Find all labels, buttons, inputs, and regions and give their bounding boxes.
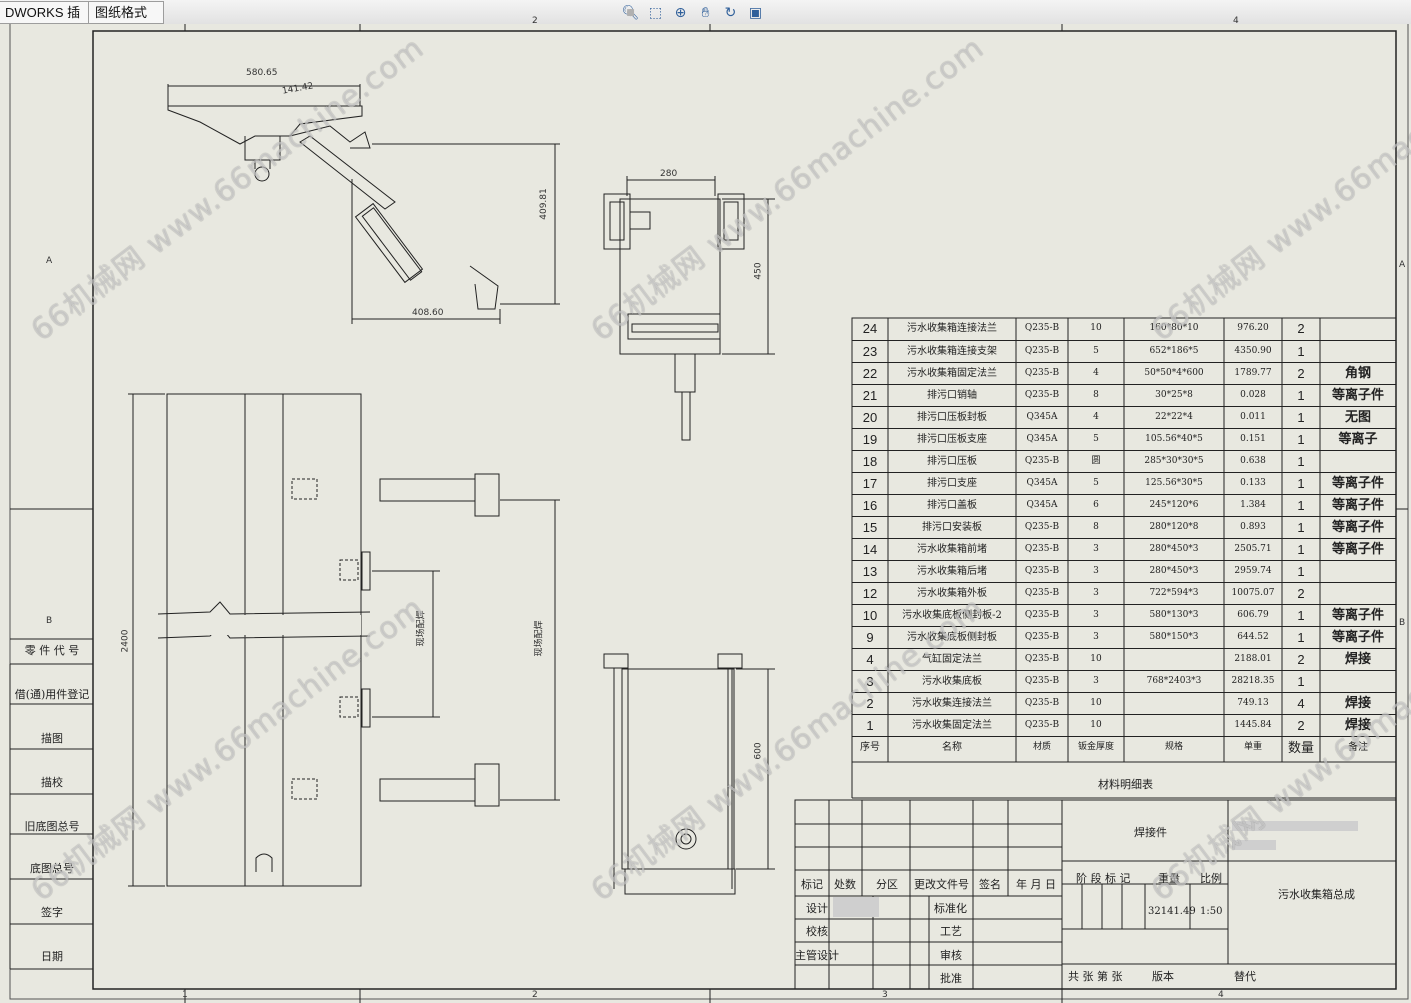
zone-label-bottom-2: 2 xyxy=(532,990,538,1000)
bom-row: 13 污水收集箱后堵 Q235-B 3 280*450*3 2959.74 1 xyxy=(852,560,1396,582)
zone-label-left-b: B xyxy=(46,616,53,626)
stamp-signature: 签字 xyxy=(41,906,63,919)
bom-row: 17 排污口支座 Q345A 5 125.56*30*5 0.133 1 等离子件 xyxy=(852,472,1396,494)
stamp-part-code: 零 件 代 号 xyxy=(24,644,80,657)
bom-row: 15 排污口安装板 Q235-B 8 280*120*8 0.893 1 等离子件 xyxy=(852,516,1396,538)
dim-v2-width: 280 xyxy=(660,169,678,179)
zone-label-right-a: A xyxy=(1399,260,1406,270)
bom-row: 14 污水收集箱前堵 Q235-B 3 280*450*3 2505.71 1 等离子件 xyxy=(852,538,1396,560)
zone-label-left-a: A xyxy=(46,256,53,266)
tb-design: 设计 xyxy=(806,902,828,915)
tb-stage-mark: 阶 段 标 记 xyxy=(1076,872,1131,885)
tb-process: 工艺 xyxy=(940,925,962,938)
tb-sign: 签名 xyxy=(979,878,1001,891)
weldment-label: 焊接件 xyxy=(1134,826,1167,839)
zone-label-top-4: 4 xyxy=(1233,16,1239,26)
tab-sheet-format[interactable]: 图纸格式 xyxy=(88,1,164,24)
pan-icon[interactable]: ✋︎ xyxy=(695,4,716,22)
bom-row: 12 污水收集箱外板 Q235-B 3 722*594*3 10075.07 2 xyxy=(852,582,1396,604)
tb-change-doc: 更改文件号 xyxy=(914,878,969,891)
bom-row: 2 污水收集连接法兰 Q235-B 10 749.13 4 焊接 xyxy=(852,692,1396,714)
tab-bar: DWORKS 插件 图纸格式 🔍︎ ⬚ ⊕ ✋︎ ↻ ▣ ■ ◉ ● xyxy=(0,0,1411,41)
dim-v3-length: 2400 xyxy=(120,629,131,653)
bom-row: 23 污水收集箱连接支架 Q235-B 5 652*186*5 4350.90 1 xyxy=(852,340,1396,362)
tb-zone: 分区 xyxy=(876,878,898,891)
tb-check: 校核 xyxy=(806,925,828,938)
rotate-icon[interactable]: ↻ xyxy=(720,4,741,22)
stamp-trace: 描图 xyxy=(41,732,63,745)
tab-solidworks-addins[interactable]: DWORKS 插件 xyxy=(0,1,90,41)
dim-v1-base: 408.60 xyxy=(412,308,444,318)
tb-mark: 标记 xyxy=(801,878,823,891)
view-orientation-icon[interactable]: ▣ xyxy=(745,4,766,22)
dim-v2-height: 450 xyxy=(753,262,764,280)
tb-standardize: 标准化 xyxy=(934,902,967,915)
bom-row: 19 排污口压板支座 Q345A 5 105.56*40*5 0.151 1 等离子 xyxy=(852,428,1396,450)
tb-weight: 32141.49 xyxy=(1148,906,1196,917)
zoom-area-icon[interactable]: ⬚ xyxy=(645,4,666,22)
stamp-date: 日期 xyxy=(41,950,63,963)
bom-row: 1 污水收集固定法兰 Q235-B 10 1445.84 2 焊接 xyxy=(852,714,1396,736)
appearance-icon[interactable]: ● xyxy=(620,4,641,22)
zoom-icon[interactable]: ⊕ xyxy=(670,4,691,22)
tb-scale: 1:50 xyxy=(1200,906,1223,917)
zone-label-bottom-1: 1 xyxy=(182,990,188,1000)
bom-row: 22 污水收集箱固定法兰 Q235-B 4 50*50*4*600 1789.77 2 角钢 xyxy=(852,362,1396,384)
dim-v1-height: 409.81 xyxy=(538,188,549,220)
zone-label-bottom-4: 4 xyxy=(1218,990,1224,1000)
tb-chief: 主管设计 xyxy=(795,949,839,962)
heads-up-view-toolbar: 🔍︎ ⬚ ⊕ ✋︎ ↻ ▣ ■ ◉ ● xyxy=(620,4,766,22)
tb-count: 处数 xyxy=(834,878,856,891)
redacted-block xyxy=(833,897,879,917)
zone-label-top-2: 2 xyxy=(532,16,538,26)
tb-version: 版本 xyxy=(1152,970,1174,983)
zone-label-right-b: B xyxy=(1399,618,1406,628)
drawing-name: 污水收集箱总成 xyxy=(1278,888,1355,901)
dim-v3-span-outer: 现场配焊 xyxy=(534,620,545,657)
bom-row: 18 排污口压板 Q235-B 圆 285*30*30*5 0.638 1 xyxy=(852,450,1396,472)
stamp-borrowed-register: 借(通)用件登记 xyxy=(14,688,90,701)
tb-replace: 替代 xyxy=(1234,970,1256,983)
bom-row: 16 排污口盖板 Q345A 6 245*120*6 1.384 1 等离子件 xyxy=(852,494,1396,516)
tb-review: 审核 xyxy=(940,949,962,962)
bom-row: 20 排污口压板封板 Q345A 4 22*22*4 0.011 1 无图 xyxy=(852,406,1396,428)
tb-sheets: 共 张 第 张 xyxy=(1068,970,1123,983)
bom-row: 21 排污口销轴 Q235-B 8 30*25*8 0.028 1 等离子件 xyxy=(852,384,1396,406)
bom-row: 3 污水收集底板 Q235-B 3 768*2403*3 28218.35 1 xyxy=(852,670,1396,692)
bom-caption: 材料明细表 xyxy=(1098,778,1153,791)
bom-row: 24 污水收集箱连接法兰 Q235-B 10 160*80*10 976.20 2 xyxy=(862,321,1305,336)
drawing-sheet[interactable]: 2 4 1 2 3 4 A B A B 零 件 代 号 借(通)用件登记 描图 … xyxy=(0,16,1411,1003)
stamp-trace-check: 描校 xyxy=(41,776,63,789)
tb-date: 年 月 日 xyxy=(1016,878,1056,891)
dim-v1-width: 580.65 xyxy=(246,68,278,78)
zone-label-bottom-3: 3 xyxy=(882,990,888,1000)
tb-approve: 批准 xyxy=(940,972,962,985)
